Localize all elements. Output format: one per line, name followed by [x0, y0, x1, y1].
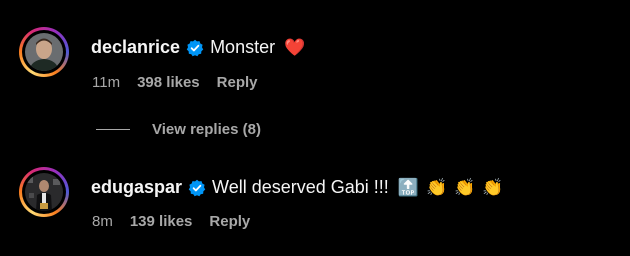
reply-button[interactable]: Reply [217, 74, 258, 91]
avatar[interactable] [19, 27, 69, 77]
comment-item: edugaspar Well deserved Gabi !!! 🔝 👏 👏 👏… [0, 150, 630, 250]
username[interactable]: declanrice [91, 37, 180, 58]
likes-count[interactable]: 398 likes [137, 74, 200, 91]
username[interactable]: edugaspar [91, 177, 182, 198]
avatar-photo [25, 173, 63, 211]
comment-text: Well deserved Gabi !!! [212, 177, 389, 197]
comment-time: 8m [92, 213, 113, 230]
verified-badge-icon [188, 179, 206, 196]
comment-text: Monster [210, 37, 276, 57]
clapping-hands-emoji: 👏 [425, 177, 448, 197]
reply-button[interactable]: Reply [209, 213, 250, 230]
comment-time: 11m [92, 74, 121, 91]
verified-badge-icon [186, 39, 204, 56]
comment-item: declanrice Monster ❤️ 11m 398 likes Repl… [0, 0, 630, 110]
clapping-hands-emoji: 👏 [482, 177, 504, 197]
top-arrow-emoji: 🔝 [397, 177, 419, 197]
avatar[interactable] [19, 167, 69, 217]
likes-count[interactable]: 139 likes [130, 213, 193, 230]
view-replies-label: View replies (8) [152, 121, 261, 138]
view-replies-button[interactable]: View replies (8) [96, 121, 261, 138]
avatar-photo [25, 33, 63, 71]
replies-divider [96, 129, 130, 130]
clapping-hands-emoji: 👏 [454, 177, 476, 197]
heart-emoji: ❤️ [284, 37, 306, 57]
